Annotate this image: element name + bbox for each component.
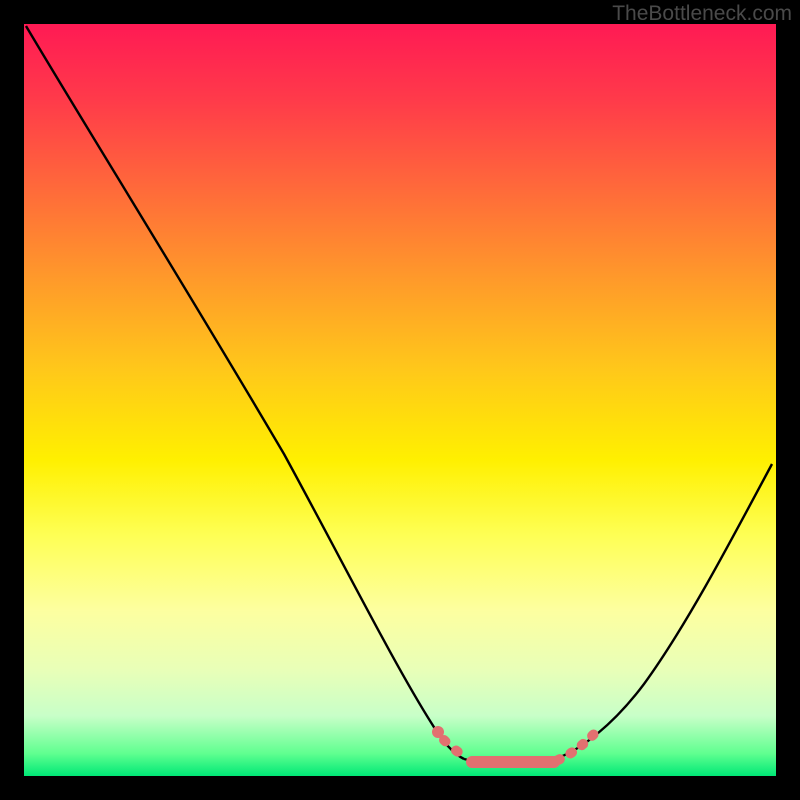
curve-layer [24, 24, 776, 776]
highlight-dots-right [558, 734, 594, 760]
highlight-dot-start [432, 726, 444, 738]
watermark-text: TheBottleneck.com [612, 2, 792, 26]
bottleneck-curve-right [554, 464, 772, 759]
bottleneck-curve-left [26, 26, 464, 759]
chart-container: TheBottleneck.com [0, 0, 800, 800]
plot-area [24, 24, 776, 776]
highlight-dots-left [444, 740, 468, 758]
